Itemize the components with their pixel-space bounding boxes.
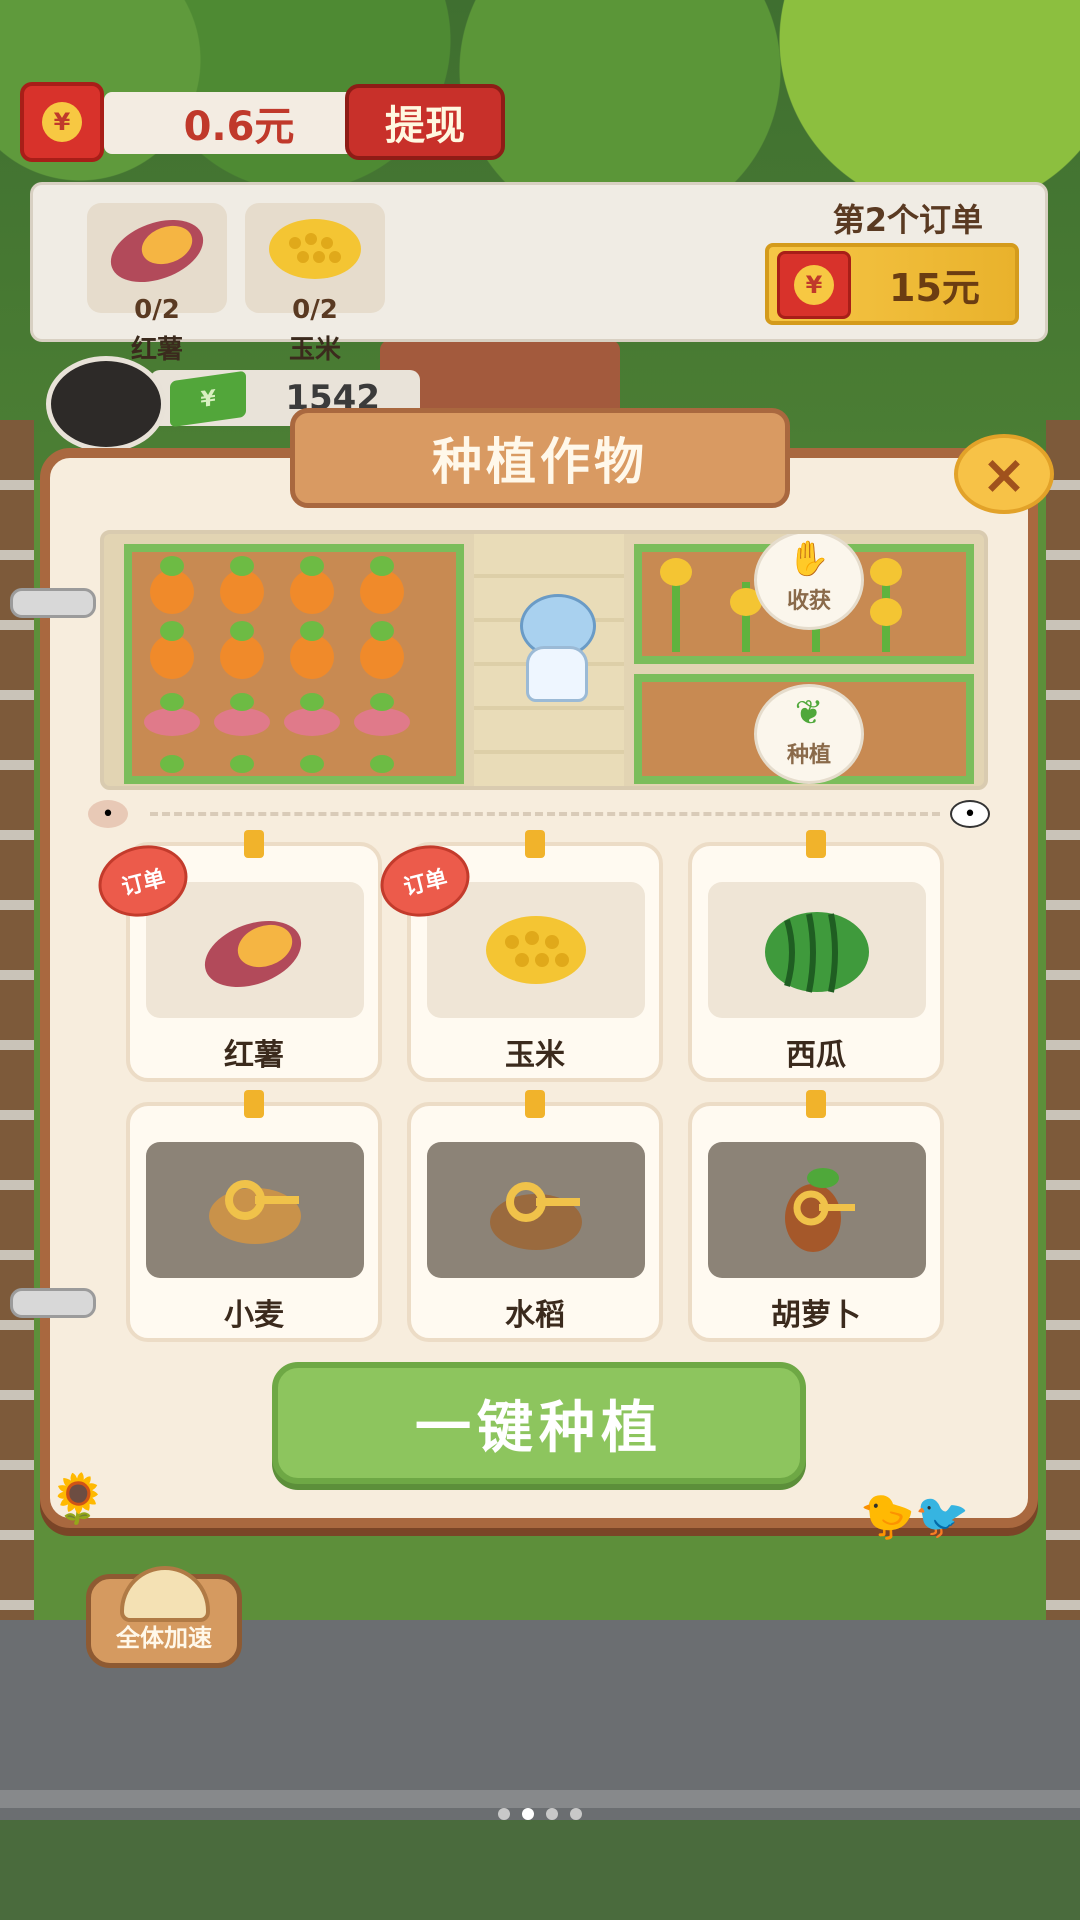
bottom-ground <box>0 1820 1080 1920</box>
birds-icon: 🐤🐦 <box>860 1491 970 1542</box>
yuan-coin-icon: ¥ <box>42 102 82 142</box>
bear-body <box>526 646 588 702</box>
corn-icon <box>486 916 586 984</box>
crop-name: 红薯 <box>224 1038 284 1073</box>
crop-name: 水稻 <box>505 1298 565 1333</box>
crop-name: 西瓜 <box>786 1038 846 1073</box>
page-indicator <box>498 1808 588 1822</box>
plant-all-button[interactable]: 一键种植 <box>272 1362 806 1484</box>
crop-tile <box>708 1142 926 1278</box>
plant-label: 种植 <box>786 743 831 768</box>
hand-icon: ✋ <box>787 539 831 579</box>
wheat-key-icon <box>209 1180 301 1244</box>
plant-bubble[interactable]: ❦ 种植 <box>754 684 864 784</box>
order-title: 第2个订单 <box>832 201 983 239</box>
crop-name: 玉米 <box>505 1038 565 1073</box>
card-pin <box>244 1090 264 1118</box>
speed-up-label: 全体加速 <box>116 1624 212 1652</box>
order-reward-value: 15元 <box>889 266 980 310</box>
sweet-potato-icon <box>110 219 204 283</box>
crop-name: 胡萝卜 <box>771 1298 861 1333</box>
card-pin <box>525 1090 545 1118</box>
fence-right <box>1046 420 1080 1620</box>
binder-ring-icon <box>10 588 96 618</box>
crop-card-watermelon[interactable]: 西瓜 <box>688 830 944 1082</box>
carrot-crops-icon <box>144 556 410 773</box>
withdraw-button[interactable]: 提现 <box>345 84 505 160</box>
card-pin <box>806 1090 826 1118</box>
red-packet-icon: ¥ <box>20 82 104 162</box>
wallet-balance: 0.6元 <box>104 92 374 154</box>
road-stripe <box>0 1790 1080 1808</box>
binder-ring-icon <box>10 1288 96 1318</box>
order-item-corn: 0/2 玉米 <box>245 203 385 365</box>
card-pin <box>525 830 545 858</box>
farm-scene: ✋ 收获 ❦ 种植 <box>100 530 988 790</box>
red-packet-icon: ¥ <box>777 251 851 319</box>
crop-tile <box>708 882 926 1018</box>
carrot-key-icon <box>785 1168 855 1252</box>
crop-card-rice[interactable]: 水稻 <box>407 1090 663 1342</box>
progress-line <box>150 812 940 816</box>
carrot-plot[interactable] <box>124 544 464 784</box>
modal-title: 种植作物 <box>290 408 790 508</box>
watermelon-icon <box>765 912 869 993</box>
order-panel: 0/2 红薯 0/2 玉米 第2个订单 ¥ 15元 <box>30 182 1048 365</box>
order-item-progress: 0/2 <box>292 295 338 325</box>
panda-icon: • <box>950 800 990 828</box>
yuan-coin-icon: ¥ <box>794 265 834 305</box>
crop-tile <box>146 1142 364 1278</box>
crop-card-carrot[interactable]: 胡萝卜 <box>688 1090 944 1342</box>
avatar[interactable] <box>46 356 166 452</box>
harvest-label: 收获 <box>786 589 831 614</box>
crop-tile <box>427 882 645 1018</box>
corn-icon <box>269 219 361 279</box>
page-dot-active[interactable] <box>522 1808 534 1820</box>
crop-tile <box>427 1142 645 1278</box>
card-pin <box>806 830 826 858</box>
page-dot[interactable] <box>570 1808 582 1820</box>
sweet-potato-icon <box>204 921 302 987</box>
order-item-name: 玉米 <box>288 335 341 365</box>
bear-character <box>514 594 596 704</box>
order-reward[interactable]: ¥ 15元 <box>765 243 1019 325</box>
sunflower-icon: 🌻 <box>48 1471 108 1527</box>
crop-card-wheat[interactable]: 小麦 <box>126 1090 382 1342</box>
page-dot[interactable] <box>498 1808 510 1820</box>
sprout-icon: ❦ <box>794 693 824 733</box>
close-button[interactable]: × <box>954 434 1054 514</box>
crop-name: 小麦 <box>224 1298 284 1333</box>
crop-tile <box>146 882 364 1018</box>
pig-icon: • <box>88 800 128 828</box>
harvest-bubble[interactable]: ✋ 收获 <box>754 534 864 630</box>
order-item-sweet-potato: 0/2 红薯 <box>87 203 227 365</box>
order-item-progress: 0/2 <box>134 295 180 325</box>
rice-key-icon <box>490 1182 582 1250</box>
card-pin <box>244 830 264 858</box>
page-dot[interactable] <box>546 1808 558 1820</box>
